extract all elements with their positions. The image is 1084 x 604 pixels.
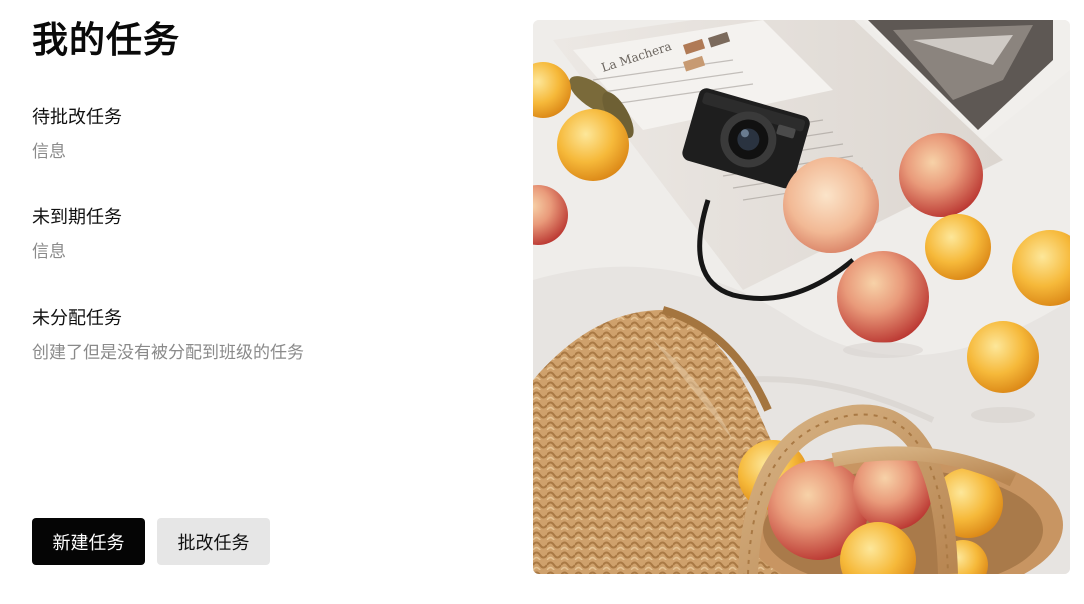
section-not-due: 未到期任务 信息 xyxy=(32,206,472,263)
section-title: 未分配任务 xyxy=(32,308,122,329)
section-title: 未到期任务 xyxy=(32,207,122,228)
review-task-button[interactable]: 批改任务 xyxy=(157,518,270,565)
section-description: 信息 xyxy=(32,142,66,162)
section-description: 创建了但是没有被分配到班级的任务 xyxy=(32,343,304,363)
page-title: 我的任务 xyxy=(32,20,181,61)
task-panel: 我的任务 待批改任务 信息 未到期任务 信息 未分配任务 创建了但是没有被分配到… xyxy=(32,0,492,604)
section-unassigned: 未分配任务 创建了但是没有被分配到班级的任务 xyxy=(32,307,472,364)
new-task-button[interactable]: 新建任务 xyxy=(32,518,145,565)
peach xyxy=(783,157,879,253)
picnic-photo-illustration: La Machera xyxy=(533,20,1070,574)
apricot xyxy=(925,214,991,280)
apricot xyxy=(557,109,629,181)
section-pending-review: 待批改任务 信息 xyxy=(32,106,472,163)
section-title: 待批改任务 xyxy=(32,107,122,128)
peach xyxy=(899,133,983,217)
hero-image: La Machera xyxy=(533,20,1070,574)
peach xyxy=(837,251,929,343)
section-description: 信息 xyxy=(32,242,66,262)
apricot xyxy=(967,321,1039,393)
